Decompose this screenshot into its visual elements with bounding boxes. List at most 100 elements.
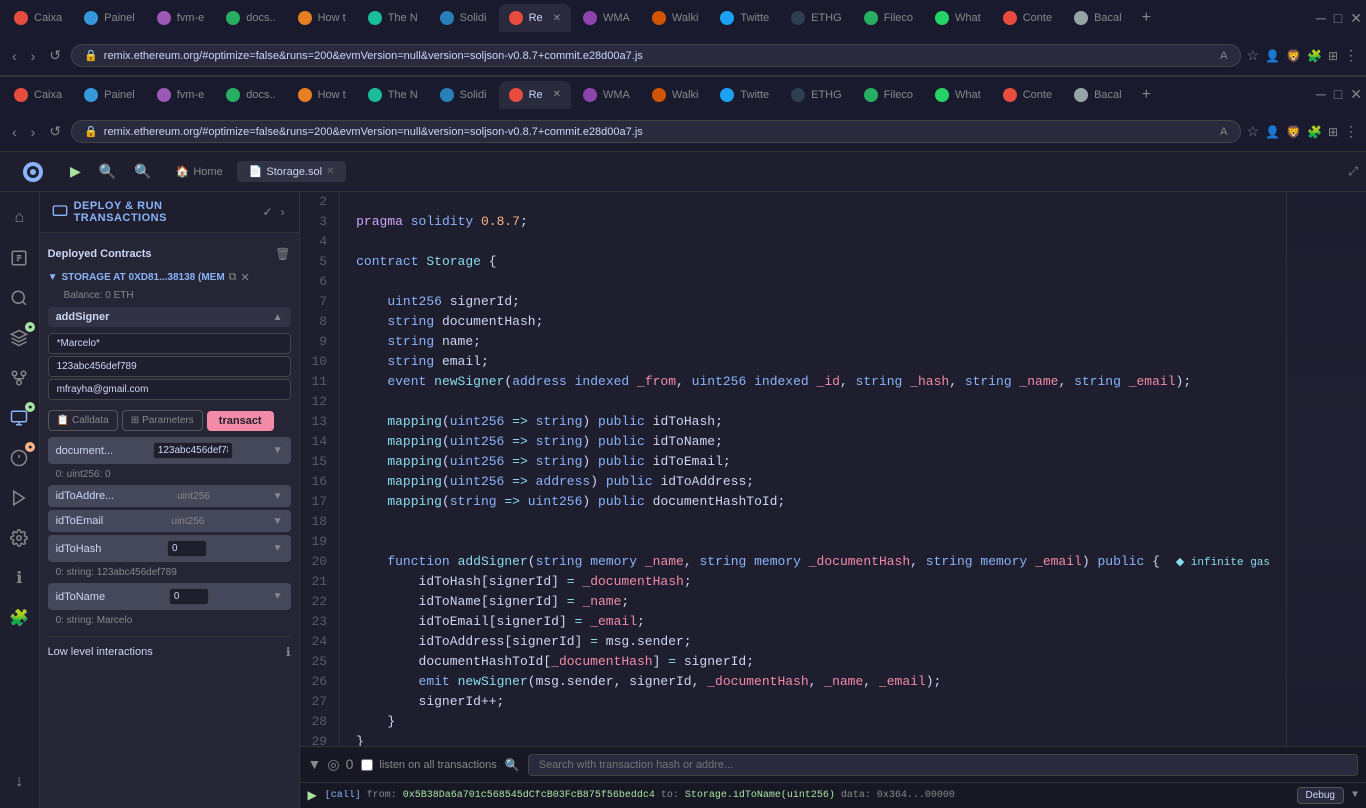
close-window-icon[interactable]: ✕ [1350, 10, 1362, 27]
refresh-button[interactable]: ↺ [45, 43, 65, 68]
brave2-icon[interactable]: 🦁 [1286, 125, 1301, 139]
transact-button[interactable]: transact [207, 411, 274, 431]
sidebar-item-files[interactable] [1, 240, 37, 276]
url-input-1[interactable] [104, 50, 1214, 62]
tab2-painel[interactable]: Painel [74, 81, 145, 109]
forward-button[interactable]: › [27, 44, 40, 68]
tab-fvm[interactable]: fvm-e [147, 4, 215, 32]
sidebar-item-debug[interactable]: ● [1, 440, 37, 476]
tab-fileco[interactable]: Fileco [854, 4, 923, 32]
debug-button[interactable]: Debug [1297, 787, 1344, 804]
getter-idtoemail[interactable]: idToEmail uint256 ▼ [48, 510, 291, 532]
new-tab-button-2[interactable]: + [1134, 86, 1159, 104]
profile-icon[interactable]: 👤 [1265, 49, 1280, 63]
tab2-bacal[interactable]: Bacal [1064, 81, 1132, 109]
sidebar-toggle-icon[interactable]: ⊞ [1328, 49, 1338, 63]
extensions-icon[interactable]: 🧩 [1307, 49, 1322, 63]
tab2-solidi[interactable]: Solidi [430, 81, 497, 109]
tab-walki[interactable]: Walki [642, 4, 708, 32]
parameters-button[interactable]: ⊞ Parameters [122, 410, 203, 431]
translate2-icon[interactable]: A [1220, 126, 1227, 138]
tab-solidi[interactable]: Solidi [430, 4, 497, 32]
tab2-twitte[interactable]: Twitte [710, 81, 779, 109]
getter-document-input[interactable] [153, 442, 233, 459]
param-input-dochash[interactable] [48, 356, 291, 377]
tab2-re[interactable]: Re ✕ [499, 81, 571, 109]
zoom-out-button[interactable]: 🔍 [128, 159, 157, 184]
tab-twitte[interactable]: Twitte [710, 4, 779, 32]
sidebar-item-plugin[interactable]: ● [1, 320, 37, 356]
contract-header[interactable]: ▼ STORAGE AT 0XD81...38138 (MEM ⧉ ✕ [48, 267, 291, 288]
tab2-fvm[interactable]: fvm-e [147, 81, 215, 109]
tab-home[interactable]: 🏠 Home [164, 161, 235, 182]
trash-icon[interactable]: 🗑 [275, 247, 290, 261]
contract-remove-icon[interactable]: ✕ [241, 271, 250, 284]
tx-clear-icon[interactable]: ◎ [327, 756, 339, 773]
tab-howt[interactable]: How t [288, 4, 356, 32]
menu2-icon[interactable]: ⋮ [1344, 123, 1358, 140]
minimize-icon[interactable]: ─ [1316, 10, 1326, 27]
tab-ethg[interactable]: ETHG [781, 4, 852, 32]
extensions2-icon[interactable]: 🧩 [1307, 125, 1322, 139]
tab-then[interactable]: The N [358, 4, 428, 32]
tab2-wma[interactable]: WMA [573, 81, 640, 109]
sidebar-item-search[interactable] [1, 280, 37, 316]
refresh2-button[interactable]: ↺ [45, 119, 65, 144]
panel-check-icon[interactable]: ✓ [260, 203, 274, 221]
contract-copy-icon[interactable]: ⧉ [229, 271, 237, 284]
url-input-2[interactable] [104, 126, 1214, 138]
tab2-howt[interactable]: How t [288, 81, 356, 109]
sidebar-item-bottom[interactable]: ↓ [1, 764, 37, 800]
maximize2-icon[interactable]: □ [1334, 86, 1342, 103]
forward2-button[interactable]: › [27, 120, 40, 144]
tab-what[interactable]: What [925, 4, 991, 32]
tab-re-active[interactable]: Re ✕ [499, 4, 571, 32]
maximize-icon[interactable]: □ [1334, 10, 1342, 27]
tab2-ethg[interactable]: ETHG [781, 81, 852, 109]
tx-expand-icon[interactable]: ▼ [308, 756, 322, 773]
panel-expand-icon[interactable]: › [279, 203, 287, 221]
search-toolbar-button[interactable]: 🔍 [93, 159, 122, 184]
translate-icon[interactable]: A [1220, 50, 1227, 62]
code-content[interactable]: pragma solidity 0.8.7; contract Storage … [340, 192, 1286, 746]
sidebar-item-info[interactable]: ℹ [1, 560, 37, 596]
tab2-caixa[interactable]: Caixa [4, 81, 72, 109]
new-tab-button[interactable]: + [1134, 9, 1159, 27]
tab-close-re[interactable]: ✕ [553, 13, 561, 24]
tab2-then[interactable]: The N [358, 81, 428, 109]
back-button[interactable]: ‹ [8, 44, 21, 68]
calldata-button[interactable]: 📋 Calldata [48, 410, 118, 431]
sidebar-item-deploy[interactable]: ● [1, 400, 37, 436]
param-input-email[interactable] [48, 379, 291, 400]
sidebar-item-git[interactable] [1, 360, 37, 396]
listen-checkbox[interactable] [361, 759, 373, 771]
low-level-info-icon[interactable]: ℹ [286, 645, 291, 659]
address-bar-1[interactable]: 🔒 A [71, 44, 1240, 67]
run-button[interactable]: ▶ [64, 159, 87, 184]
bookmark-icon[interactable]: ☆ [1247, 47, 1260, 64]
close2-window-icon[interactable]: ✕ [1350, 86, 1362, 103]
bookmark2-icon[interactable]: ☆ [1247, 123, 1260, 140]
getter-idtoname-input[interactable] [169, 588, 209, 605]
sidebar-item-compile[interactable] [1, 480, 37, 516]
tab-conte[interactable]: Conte [993, 4, 1062, 32]
getter-idtohash-input[interactable] [167, 540, 207, 557]
getter-idtohash[interactable]: idToHash ▼ [48, 535, 291, 562]
search-tx-input[interactable] [528, 754, 1358, 776]
tab-docs[interactable]: docs.. [216, 4, 285, 32]
tab2-conte[interactable]: Conte [993, 81, 1062, 109]
tab-wma[interactable]: WMA [573, 4, 640, 32]
tab-caixa[interactable]: Caixa [4, 4, 72, 32]
brave-icon[interactable]: 🦁 [1286, 49, 1301, 63]
back2-button[interactable]: ‹ [8, 120, 21, 144]
param-input-name[interactable] [48, 333, 291, 354]
address-bar-2[interactable]: 🔒 A [71, 120, 1240, 143]
sidebar-item-home[interactable]: ⌂ [1, 200, 37, 236]
function-header-addsigner[interactable]: addSigner ▲ [48, 307, 291, 327]
tab2-fileco[interactable]: Fileco [854, 81, 923, 109]
tab2-walki[interactable]: Walki [642, 81, 708, 109]
menu-icon[interactable]: ⋮ [1344, 47, 1358, 64]
tab2-close-re[interactable]: ✕ [553, 89, 561, 100]
sidebar-item-settings[interactable] [1, 520, 37, 556]
getter-idtoname[interactable]: idToName ▼ [48, 583, 291, 610]
